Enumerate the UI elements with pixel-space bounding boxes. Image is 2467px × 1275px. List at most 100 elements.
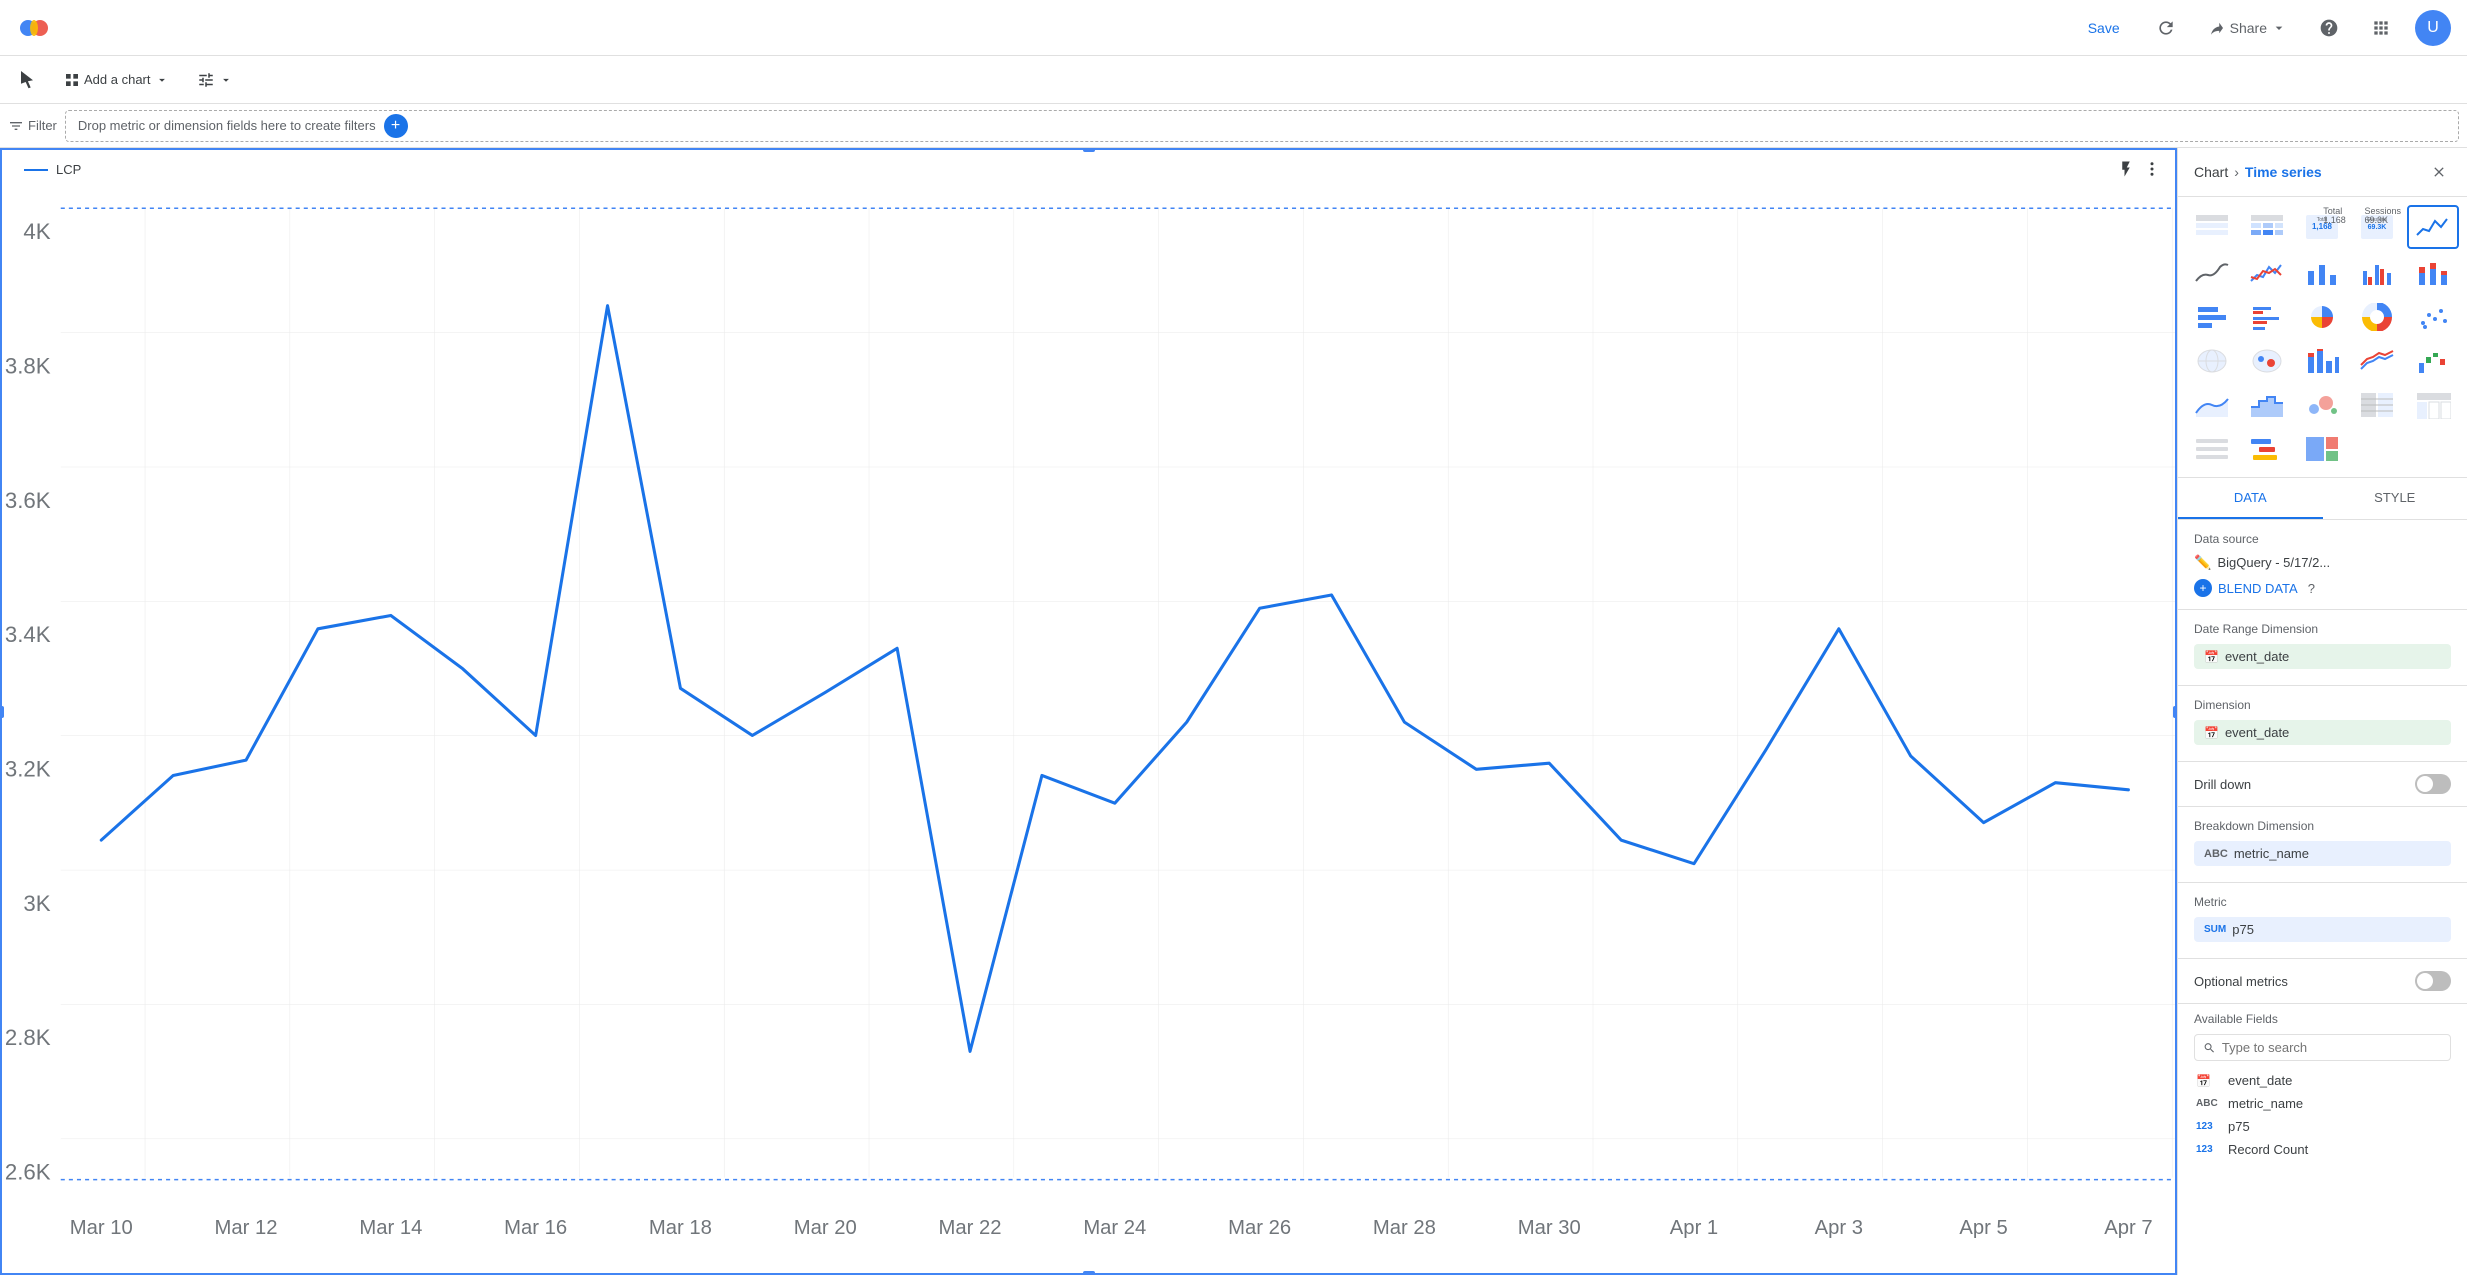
apps-button[interactable] <box>2363 10 2399 46</box>
chart-legend: LCP <box>24 162 81 177</box>
breakdown-section: Breakdown Dimension ABC metric_name <box>2178 807 2467 883</box>
chart-type-waterfall[interactable] <box>2407 341 2459 381</box>
chart-type-area-line[interactable] <box>2186 385 2237 425</box>
field-record-count[interactable]: 123 Record Count <box>2194 1138 2451 1161</box>
chart-type-table2[interactable] <box>2352 385 2403 425</box>
chart-type-area-bar[interactable] <box>2297 341 2348 381</box>
filter-drop-zone[interactable]: Drop metric or dimension fields here to … <box>65 110 2459 142</box>
sum-icon: SUM <box>2204 924 2226 935</box>
right-panel: Chart › Time series Total1,168 1,168Tota… <box>2177 148 2467 1275</box>
chart-type-treemap[interactable] <box>2297 429 2348 469</box>
chart-type-multiline[interactable] <box>2241 253 2292 293</box>
chart-type-donut[interactable] <box>2352 297 2403 337</box>
svg-text:Mar 14: Mar 14 <box>359 1217 422 1239</box>
field-name-record-count: Record Count <box>2228 1142 2308 1157</box>
chart-type-scorecard-sessions[interactable]: Sessions69.3K 69.3KSessions <box>2352 205 2403 249</box>
svg-text:Mar 20: Mar 20 <box>794 1217 857 1239</box>
field-metric-name[interactable]: ABC metric_name <box>2194 1092 2451 1115</box>
logo-icon <box>16 10 52 46</box>
blend-row[interactable]: + BLEND DATA ? <box>2194 579 2451 597</box>
chart-type-stacked-area[interactable] <box>2352 341 2403 381</box>
field-name-metric-name: metric_name <box>2228 1096 2303 1111</box>
main-content: LCP 4K 3.8K <box>0 148 2467 1275</box>
chart-type-list[interactable] <box>2186 429 2237 469</box>
chart-type-geo2[interactable] <box>2241 341 2292 381</box>
svg-text:Mar 16: Mar 16 <box>504 1217 567 1239</box>
date-range-field-pill[interactable]: 📅 event_date <box>2194 644 2451 669</box>
drill-row: Drill down <box>2194 774 2451 794</box>
metric-label: Metric <box>2194 895 2451 909</box>
save-button[interactable]: Save <box>2076 14 2132 42</box>
add-chart-button[interactable]: Add a chart <box>54 66 179 94</box>
chart-type-stacked-bar[interactable] <box>2407 253 2459 293</box>
filter-add-button[interactable]: + <box>384 114 408 138</box>
tab-data[interactable]: DATA <box>2178 478 2323 519</box>
chart-type-smooth-line[interactable] <box>2186 253 2237 293</box>
svg-text:3K: 3K <box>23 891 50 916</box>
search-input[interactable] <box>2222 1040 2442 1055</box>
dimension-field-pill[interactable]: 📅 event_date <box>2194 720 2451 745</box>
chart-type-pivot[interactable] <box>2407 385 2459 425</box>
metric-field-pill[interactable]: SUM p75 <box>2194 917 2451 942</box>
chart-type-table-heat[interactable] <box>2241 205 2292 249</box>
svg-text:Mar 10: Mar 10 <box>70 1217 133 1239</box>
breakdown-field-value: metric_name <box>2234 846 2309 861</box>
svg-text:2.6K: 2.6K <box>5 1159 51 1184</box>
chart-type-gantt[interactable] <box>2241 429 2292 469</box>
chart-type-multibar[interactable] <box>2352 253 2403 293</box>
chart-more-button[interactable] <box>2143 160 2161 178</box>
field-p75[interactable]: 123 p75 <box>2194 1115 2451 1138</box>
share-button[interactable]: Share <box>2200 13 2295 43</box>
panel-close-button[interactable] <box>2427 160 2451 184</box>
field-event-date[interactable]: 📅 event_date <box>2194 1069 2451 1092</box>
breadcrumb-current: Time series <box>2245 164 2322 180</box>
legend-label: LCP <box>56 162 81 177</box>
chart-handle-right[interactable] <box>2173 706 2177 718</box>
header-left <box>16 10 52 46</box>
chart-type-geo[interactable] <box>2186 341 2237 381</box>
drill-toggle[interactable] <box>2415 774 2451 794</box>
svg-text:4K: 4K <box>23 219 50 244</box>
legend-line <box>24 169 48 171</box>
help-button[interactable] <box>2311 10 2347 46</box>
blend-help-icon: ? <box>2308 581 2315 596</box>
optional-toggle-knob <box>2417 973 2433 989</box>
svg-text:Apr 7: Apr 7 <box>2104 1217 2152 1239</box>
metric-section: Metric SUM p75 <box>2178 883 2467 959</box>
data-source-name[interactable]: BigQuery - 5/17/2... <box>2217 555 2330 570</box>
chart-type-multi-horiz-bar[interactable] <box>2241 297 2292 337</box>
svg-text:2.8K: 2.8K <box>5 1025 51 1050</box>
breakdown-label: Breakdown Dimension <box>2194 819 2451 833</box>
optional-toggle[interactable] <box>2415 971 2451 991</box>
chart-type-scorecard[interactable]: Total1,168 1,168Total <box>2297 205 2348 249</box>
tab-style[interactable]: STYLE <box>2323 478 2467 519</box>
chart-type-scatter[interactable] <box>2407 297 2459 337</box>
chart-type-bar[interactable] <box>2297 253 2348 293</box>
drill-toggle-knob <box>2417 776 2433 792</box>
chart-type-timeseries[interactable] <box>2407 205 2459 249</box>
chart-handle-left[interactable] <box>0 706 4 718</box>
chart-lightning-button[interactable] <box>2117 160 2135 178</box>
chart-svg-container: 4K 3.8K 3.6K 3.4K 3.2K 3K 2.8K 2.6K Mar … <box>0 198 2177 1275</box>
chart-type-bubble[interactable] <box>2297 385 2348 425</box>
chart-handle-bottom[interactable] <box>1083 1271 1095 1275</box>
chart-type-pie[interactable] <box>2297 297 2348 337</box>
refresh-button[interactable] <box>2148 10 2184 46</box>
data-source-row: ✏️ BigQuery - 5/17/2... <box>2194 554 2451 571</box>
add-control-button[interactable] <box>187 65 243 95</box>
drill-label: Drill down <box>2194 777 2251 792</box>
blend-plus-icon: + <box>2194 579 2212 597</box>
chart-svg: 4K 3.8K 3.6K 3.4K 3.2K 3K 2.8K 2.6K Mar … <box>0 198 2177 1275</box>
chart-type-horiz-bar[interactable] <box>2186 297 2237 337</box>
chart-toolbar <box>2117 160 2161 178</box>
dimension-label: Dimension <box>2194 698 2451 712</box>
cursor-tool[interactable] <box>8 65 46 95</box>
chart-type-stepped-area[interactable] <box>2241 385 2292 425</box>
chart-area: LCP 4K 3.8K <box>0 148 2177 1275</box>
drill-down-section: Drill down <box>2178 762 2467 807</box>
chart-type-table[interactable] <box>2186 205 2237 249</box>
search-icon <box>2203 1041 2216 1055</box>
breakdown-field-pill[interactable]: ABC metric_name <box>2194 841 2451 866</box>
svg-text:Mar 28: Mar 28 <box>1373 1217 1436 1239</box>
chart-handle-top[interactable] <box>1083 148 1095 152</box>
